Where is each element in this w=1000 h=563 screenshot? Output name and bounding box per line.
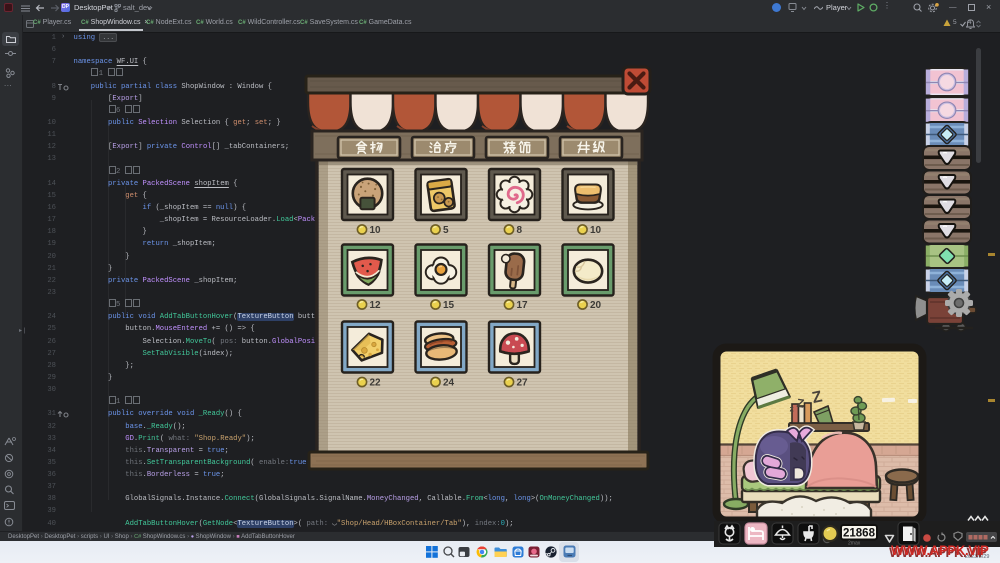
svg-text:12: 12 xyxy=(370,300,382,311)
svg-text:5: 5 xyxy=(443,225,449,236)
svg-text:20: 20 xyxy=(590,300,602,311)
svg-text:8: 8 xyxy=(517,225,523,236)
svg-text:24: 24 xyxy=(443,378,455,389)
svg-text:z: z xyxy=(790,404,794,414)
svg-text:10: 10 xyxy=(370,225,382,236)
svg-text:2max: 2max xyxy=(848,541,861,547)
svg-text:15: 15 xyxy=(443,300,455,311)
svg-text:10: 10 xyxy=(590,225,602,236)
svg-text:17: 17 xyxy=(517,300,529,311)
svg-text:22: 22 xyxy=(370,378,382,389)
svg-text:27: 27 xyxy=(517,378,529,389)
svg-text:21868: 21868 xyxy=(843,528,876,540)
